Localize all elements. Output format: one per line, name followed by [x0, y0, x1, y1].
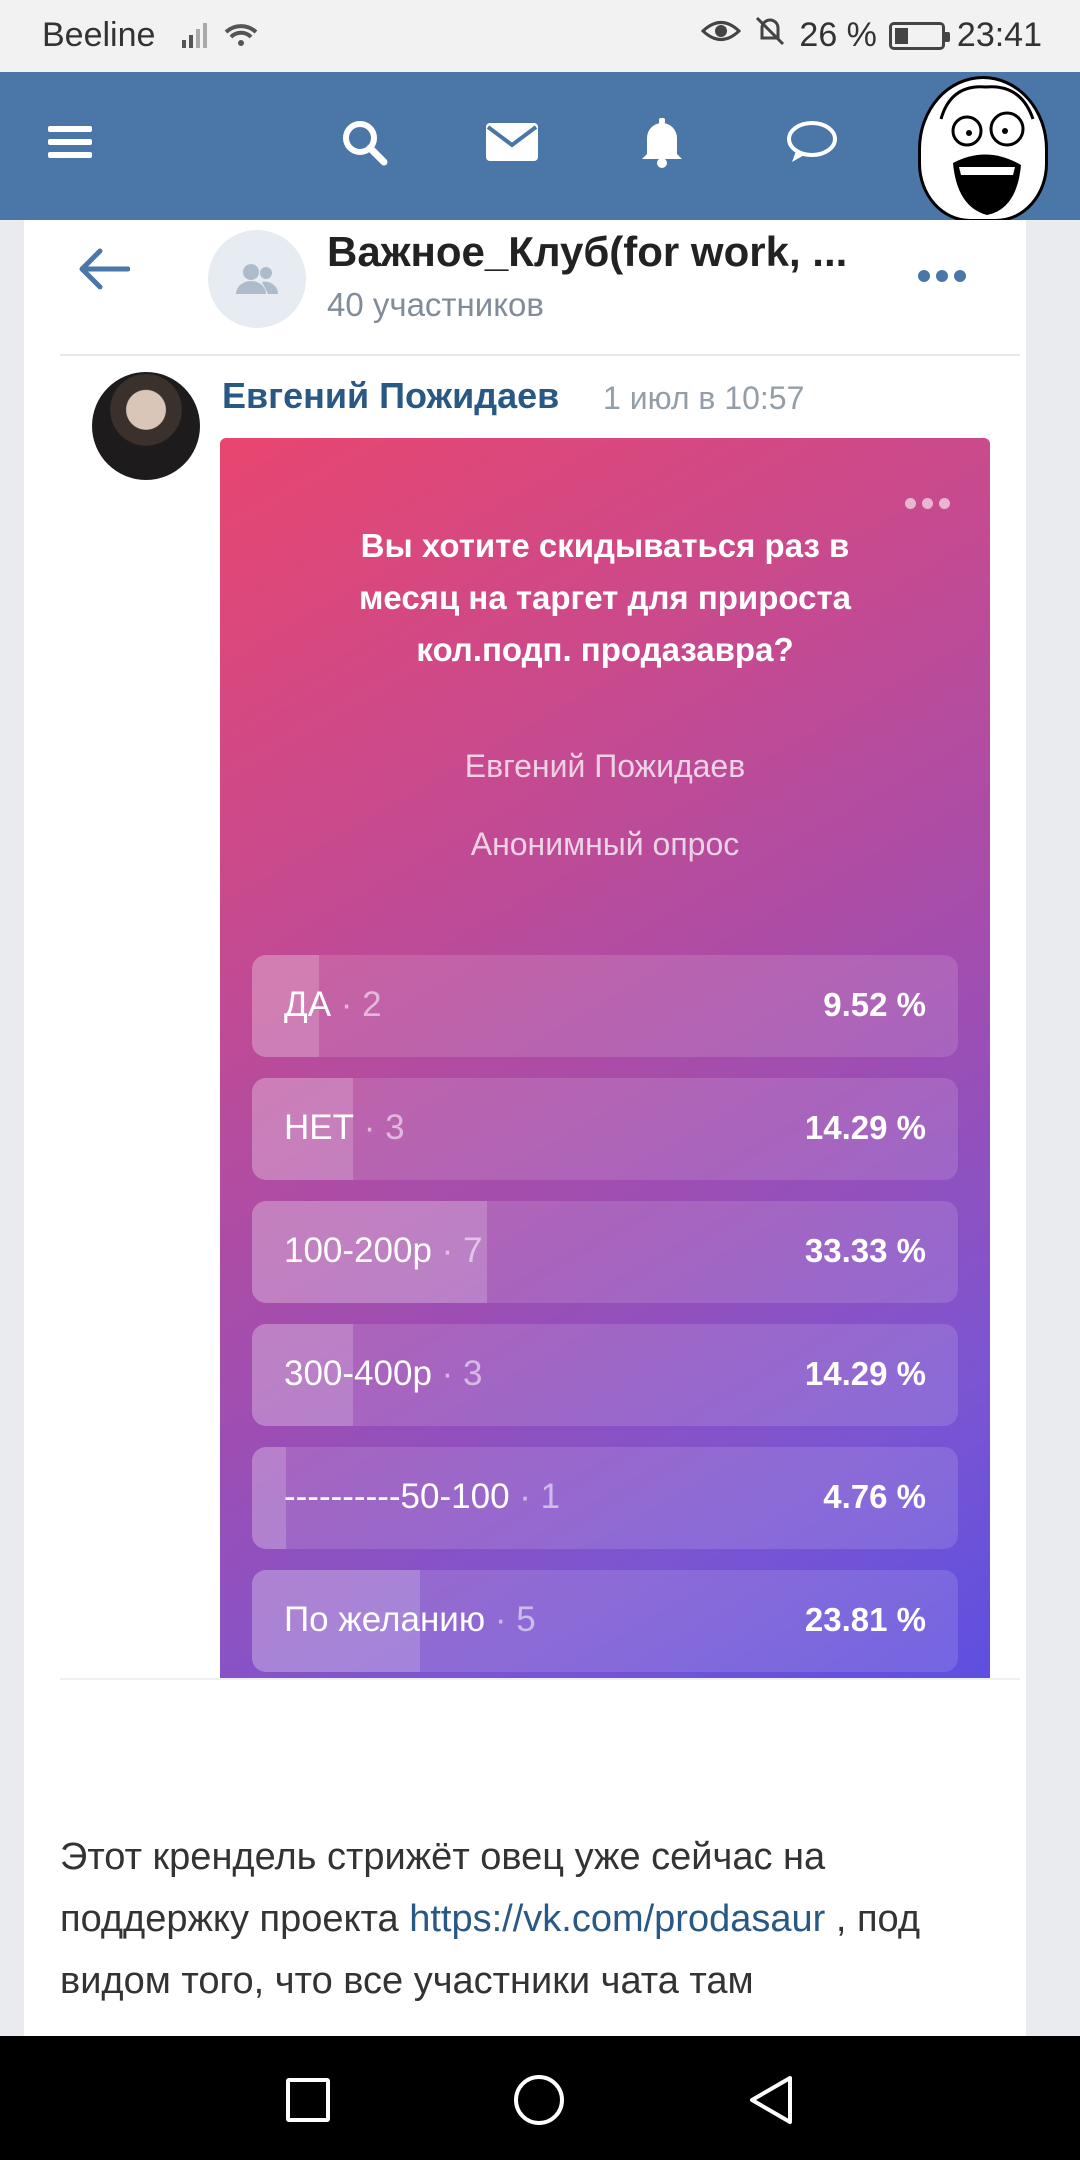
mute-bell-icon	[753, 14, 787, 57]
search-icon[interactable]	[334, 112, 394, 172]
poll-option-percent: 33.33 %	[804, 1232, 926, 1269]
recent-apps-button[interactable]	[286, 2078, 330, 2122]
message-link[interactable]: https://vk.com/prodasaur	[409, 1898, 825, 1940]
signal-wifi-icon	[182, 18, 268, 61]
carrier-name: Beeline	[42, 16, 156, 54]
profile-avatar[interactable]	[918, 76, 1048, 222]
poll-option-count: · 2	[340, 985, 382, 1024]
poll-question: Вы хотите скидываться раз в месяц на тар…	[359, 527, 851, 668]
poll-author: Евгений Пожидаев	[464, 748, 746, 784]
poll-option[interactable]: ----------50-100 · 1 4.76 %	[252, 1447, 958, 1549]
back-button[interactable]	[746, 2074, 794, 2131]
poll-option[interactable]: НЕТ · 3 14.29 %	[252, 1078, 958, 1180]
poll-option-label: 300-400р · 3	[284, 1354, 483, 1394]
poll-option-label: ----------50-100 · 1	[284, 1477, 560, 1517]
poll-option-percent: 14.29 %	[804, 1109, 926, 1146]
home-button[interactable]	[514, 2075, 564, 2125]
divider	[60, 1678, 1020, 1680]
author-avatar[interactable]	[92, 372, 200, 480]
users-icon	[236, 264, 279, 294]
chat-member-count: 40 участников	[327, 286, 544, 323]
poll-option-text: НЕТ	[284, 1108, 354, 1147]
eye-icon	[701, 16, 742, 55]
bell-icon[interactable]	[632, 112, 692, 172]
poll-option-label: По желанию · 5	[284, 1600, 536, 1640]
post-author[interactable]: Евгений Пожидаев	[222, 375, 559, 417]
poll-option-count: · 3	[441, 1354, 483, 1393]
poll-option[interactable]: По желанию · 5 23.81 %	[252, 1570, 958, 1672]
poll-option-percent: 14.29 %	[804, 1355, 926, 1392]
poll-option-percent: 9.52 %	[823, 986, 926, 1023]
poll-option-text: 100-200р	[284, 1231, 432, 1270]
message-text: Этот крендель стрижёт овец уже сейчас на…	[60, 1826, 1000, 2012]
poll-option-percent: 23.81 %	[804, 1601, 926, 1638]
poll-option-text: 300-400р	[284, 1354, 432, 1393]
poll-option-text: По желанию	[284, 1600, 486, 1639]
menu-icon[interactable]	[40, 112, 100, 172]
poll-option-count: · 1	[519, 1477, 561, 1516]
battery-percent: 26 %	[799, 16, 877, 54]
poll-more-icon[interactable]	[905, 498, 950, 509]
post-date: 1 июл в 10:57	[603, 380, 805, 416]
back-arrow-icon[interactable]	[78, 248, 131, 295]
mail-icon[interactable]	[482, 112, 542, 172]
poll-option-count: · 3	[363, 1108, 405, 1147]
poll-type: Анонимный опрос	[470, 826, 740, 862]
poll-option-text: ДА	[284, 985, 332, 1024]
poll-option-count: · 5	[494, 1600, 536, 1639]
poll-option-bar	[252, 1447, 286, 1549]
poll-option-text: ----------50-100	[284, 1477, 510, 1516]
poll-option-label: НЕТ · 3	[284, 1108, 405, 1148]
poll-option-percent: 4.76 %	[823, 1478, 926, 1515]
chat-title[interactable]: Важное_Клуб(for work, ...	[327, 228, 847, 276]
poll-card: Вы хотите скидываться раз в месяц на тар…	[220, 438, 990, 1678]
poll-option[interactable]: ДА · 2 9.52 %	[252, 955, 958, 1057]
clock: 23:41	[956, 16, 1042, 54]
status-bar: Beeline 26 % 23:41	[0, 0, 1080, 72]
chat-icon[interactable]	[782, 112, 842, 172]
more-options-icon[interactable]	[918, 270, 966, 282]
divider	[60, 354, 1020, 356]
chat-avatar[interactable]	[208, 230, 306, 328]
poll-option-count: · 7	[441, 1231, 483, 1270]
poll-option-label: 100-200р · 7	[284, 1231, 483, 1271]
poll-option[interactable]: 100-200р · 7 33.33 %	[252, 1201, 958, 1303]
poll-option[interactable]: 300-400р · 3 14.29 %	[252, 1324, 958, 1426]
battery-icon	[888, 21, 950, 50]
poll-option-label: ДА · 2	[284, 985, 382, 1025]
